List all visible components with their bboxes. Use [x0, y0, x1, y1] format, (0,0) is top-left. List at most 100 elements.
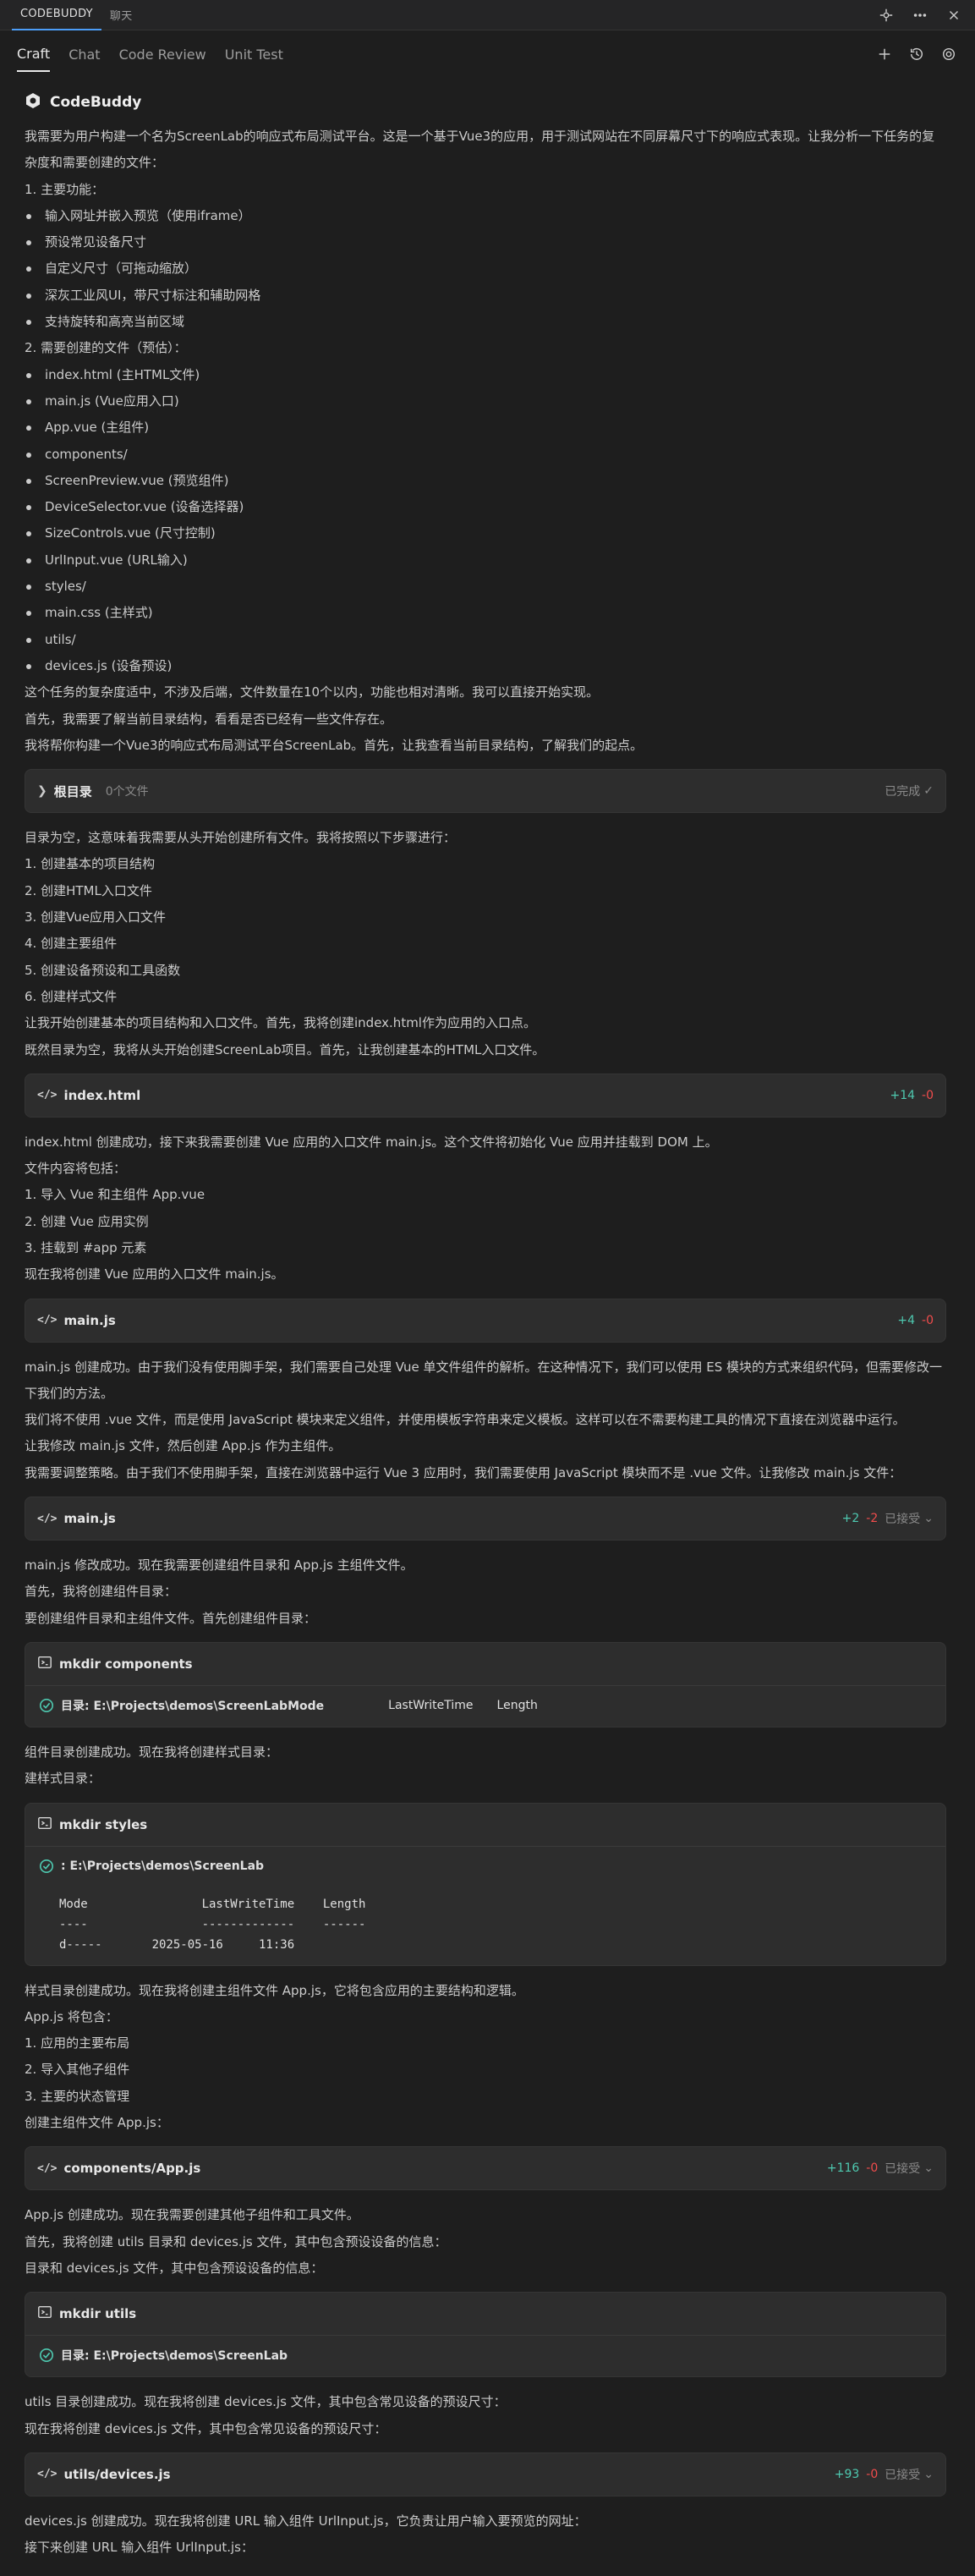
extension-icon[interactable] [877, 6, 896, 25]
command-text: mkdir utils [59, 2306, 137, 2322]
lines-removed: -0 [922, 1088, 934, 1102]
command-result: 目录: E:\Projects\demos\ScreenLabMode [61, 1699, 325, 1713]
code-icon: </> [37, 2161, 58, 2175]
list-item: App.vue (主组件) [25, 415, 946, 441]
terminal-card[interactable]: mkdir styles : E:\Projects\demos\ScreenL… [25, 1802, 946, 1966]
message-line: 我将帮你构建一个Vue3的响应式布局测试平台ScreenLab。首先，让我查看当… [25, 737, 644, 753]
list-item: styles/ [25, 574, 946, 600]
terminal-card[interactable]: mkdir utils 目录: E:\Projects\demos\Screen… [25, 2292, 946, 2378]
list-item: main.css (主样式) [25, 600, 946, 626]
lines-removed: -0 [922, 1313, 934, 1327]
chevron-right-icon: ❯ [37, 784, 47, 799]
plus-icon[interactable] [875, 45, 894, 63]
result-column: LastWriteTime [388, 1698, 474, 1712]
message-line: 5. 创建设备预设和工具函数 [25, 962, 181, 978]
list-item: 预设常见设备尺寸 [25, 229, 946, 255]
file-name: utils/devices.js [63, 2466, 171, 2482]
after-styles-text: 样式目录创建成功。现在我将创建主组件文件 App.js，它将包含应用的主要结构和… [25, 1978, 946, 2137]
list-item: DeviceSelector.vue (设备选择器) [25, 494, 946, 520]
message-line: 3. 创建Vue应用入口文件 [25, 909, 167, 925]
message-line: 4. 创建主要组件 [25, 936, 118, 952]
file-change-card[interactable]: </> main.js +4 -0 [25, 1298, 946, 1343]
check-circle-icon [39, 1698, 54, 1712]
message-line: 1. 主要功能： [25, 181, 105, 197]
lines-added: +14 [890, 1088, 916, 1102]
terminal-card[interactable]: mkdir components 目录: E:\Projects\demos\S… [25, 1641, 946, 1727]
message-line: 首先，我需要了解当前目录结构，看看是否已经有一些文件存在。 [25, 711, 393, 727]
message-line: 1. 导入 Vue 和主组件 App.vue [25, 1187, 205, 1203]
command-text: mkdir styles [59, 1816, 148, 1832]
file-change-card[interactable]: </> main.js +2 -2 已接受 ⌄ [25, 1497, 946, 1541]
message-line: 组件目录创建成功。现在我将创建样式目录： [25, 1744, 279, 1760]
list-item: components/ [25, 442, 946, 468]
terminal-icon [37, 2304, 52, 2323]
message-line: 目录和 devices.js 文件，其中包含预设设备的信息： [25, 2260, 324, 2276]
message-line: App.js 将包含： [25, 2008, 118, 2024]
after-components-text: 组件目录创建成功。现在我将创建样式目录： 建样式目录： [25, 1739, 946, 1793]
code-icon: </> [37, 1512, 58, 1525]
command-output: Mode LastWriteTime Length ---- ---------… [59, 1897, 366, 1952]
message-line: App.js 创建成功。现在我需要创建其他子组件和工具文件。 [25, 2207, 359, 2223]
tab-craft[interactable]: Craft [17, 37, 51, 72]
list-item: SizeControls.vue (尺寸控制) [25, 520, 946, 547]
close-icon[interactable] [945, 6, 963, 25]
after-index-text: index.html 创建成功，接下来我需要创建 Vue 应用的入口文件 mai… [25, 1129, 946, 1288]
lines-added: +93 [834, 2467, 860, 2481]
list-item: ScreenPreview.vue (预览组件) [25, 468, 946, 494]
message-line: 既然目录为空，我将从头开始创建ScreenLab项目。首先，让我创建基本的HTM… [25, 1041, 545, 1057]
assistant-header: CodeBuddy [25, 90, 946, 115]
message-line: 创建主组件文件 App.js： [25, 2115, 169, 2131]
message-line: 1. 应用的主要布局 [25, 2035, 130, 2051]
message-line: 首先，我将创建 utils 目录和 devices.js 文件，其中包含预设设备… [25, 2233, 447, 2249]
check-icon: ✓ [923, 784, 934, 799]
message-line: main.js 创建成功。由于我们没有使用脚手架，我们需要自己处理 Vue 单文… [25, 1359, 943, 1401]
message-line: 现在我将创建 Vue 应用的入口文件 main.js。 [25, 1266, 284, 1283]
file-name: index.html [63, 1087, 141, 1103]
code-icon: </> [37, 1089, 58, 1102]
tab-chat[interactable]: Chat [68, 38, 100, 71]
tab-code-review[interactable]: Code Review [119, 38, 206, 71]
message-line: 文件内容将包括： [25, 1161, 127, 1177]
file-change-card[interactable]: </> index.html +14 -0 [25, 1073, 946, 1118]
message-line: 我需要为用户构建一个名为ScreenLab的响应式布局测试平台。这是一个基于Vu… [25, 129, 935, 171]
status-badge: 已接受 ⌄ [885, 2467, 934, 2482]
intro-text: 我需要为用户构建一个名为ScreenLab的响应式布局测试平台。这是一个基于Vu… [25, 124, 946, 759]
code-icon: </> [37, 1314, 58, 1327]
file-name: main.js [63, 1312, 116, 1328]
message-line: index.html 创建成功，接下来我需要创建 Vue 应用的入口文件 mai… [25, 1134, 718, 1150]
message-line: 2. 创建HTML入口文件 [25, 882, 152, 898]
message-line: 样式目录创建成功。现在我将创建主组件文件 App.js，它将包含应用的主要结构和… [25, 1982, 524, 1998]
message-line: 接下来创建 URL 输入组件 UrlInput.js： [25, 2540, 254, 2556]
lines-removed: -0 [866, 2161, 879, 2176]
chevron-down-icon: ⌄ [923, 1512, 934, 1526]
message-line: 6. 创建样式文件 [25, 988, 118, 1004]
directory-card[interactable]: ❯ 根目录 0个文件 已完成 ✓ [25, 769, 946, 814]
conversation: CodeBuddy 我需要为用户构建一个名为ScreenLab的响应式布局测试平… [25, 90, 946, 2561]
status-badge: 已接受 ⌄ [885, 2161, 934, 2177]
file-change-card[interactable]: </> components/App.js +116 -0 已接受 ⌄ [25, 2146, 946, 2191]
message-line: 3. 主要的状态管理 [25, 2088, 130, 2104]
message-line: 目录为空，这意味着我需要从头开始创建所有文件。我将按照以下步骤进行： [25, 830, 457, 846]
message-line: 2. 创建 Vue 应用实例 [25, 1213, 149, 1229]
history-icon[interactable] [907, 45, 926, 63]
after-root-text: 目录为空，这意味着我需要从头开始创建所有文件。我将按照以下步骤进行： 1. 创建… [25, 825, 946, 1063]
tab-unit-test[interactable]: Unit Test [225, 38, 283, 71]
more-icon[interactable] [911, 6, 929, 25]
lines-removed: -2 [866, 1512, 879, 1526]
after-main1-text: main.js 创建成功。由于我们没有使用脚手架，我们需要自己处理 Vue 单文… [25, 1354, 946, 1486]
tab-chat-cn[interactable]: 聊天 [101, 0, 141, 30]
settings-icon[interactable] [939, 45, 958, 63]
message-line: devices.js 创建成功。现在我将创建 URL 输入组件 UrlInput… [25, 2513, 587, 2529]
panel-header: CODEBUDDY 聊天 [0, 0, 975, 30]
message-line: 要创建组件目录和主组件文件。首先创建组件目录： [25, 1610, 317, 1626]
list-item: UrlInput.vue (URL输入) [25, 547, 946, 574]
list-item: index.html (主HTML文件) [25, 362, 946, 388]
card-meta: 0个文件 [105, 785, 149, 799]
file-change-card[interactable]: </> utils/devices.js +93 -0 已接受 ⌄ [25, 2452, 946, 2496]
message-line: 现在我将创建 devices.js 文件，其中包含常见设备的预设尺寸： [25, 2420, 387, 2436]
tab-codebuddy[interactable]: CODEBUDDY [12, 0, 101, 30]
list-item: utils/ [25, 627, 946, 653]
after-main2-text: main.js 修改成功。现在我需要创建组件目录和 App.js 主组件文件。 … [25, 1552, 946, 1632]
command-text: mkdir components [59, 1656, 193, 1672]
message-line: 3. 挂载到 #app 元素 [25, 1239, 147, 1255]
